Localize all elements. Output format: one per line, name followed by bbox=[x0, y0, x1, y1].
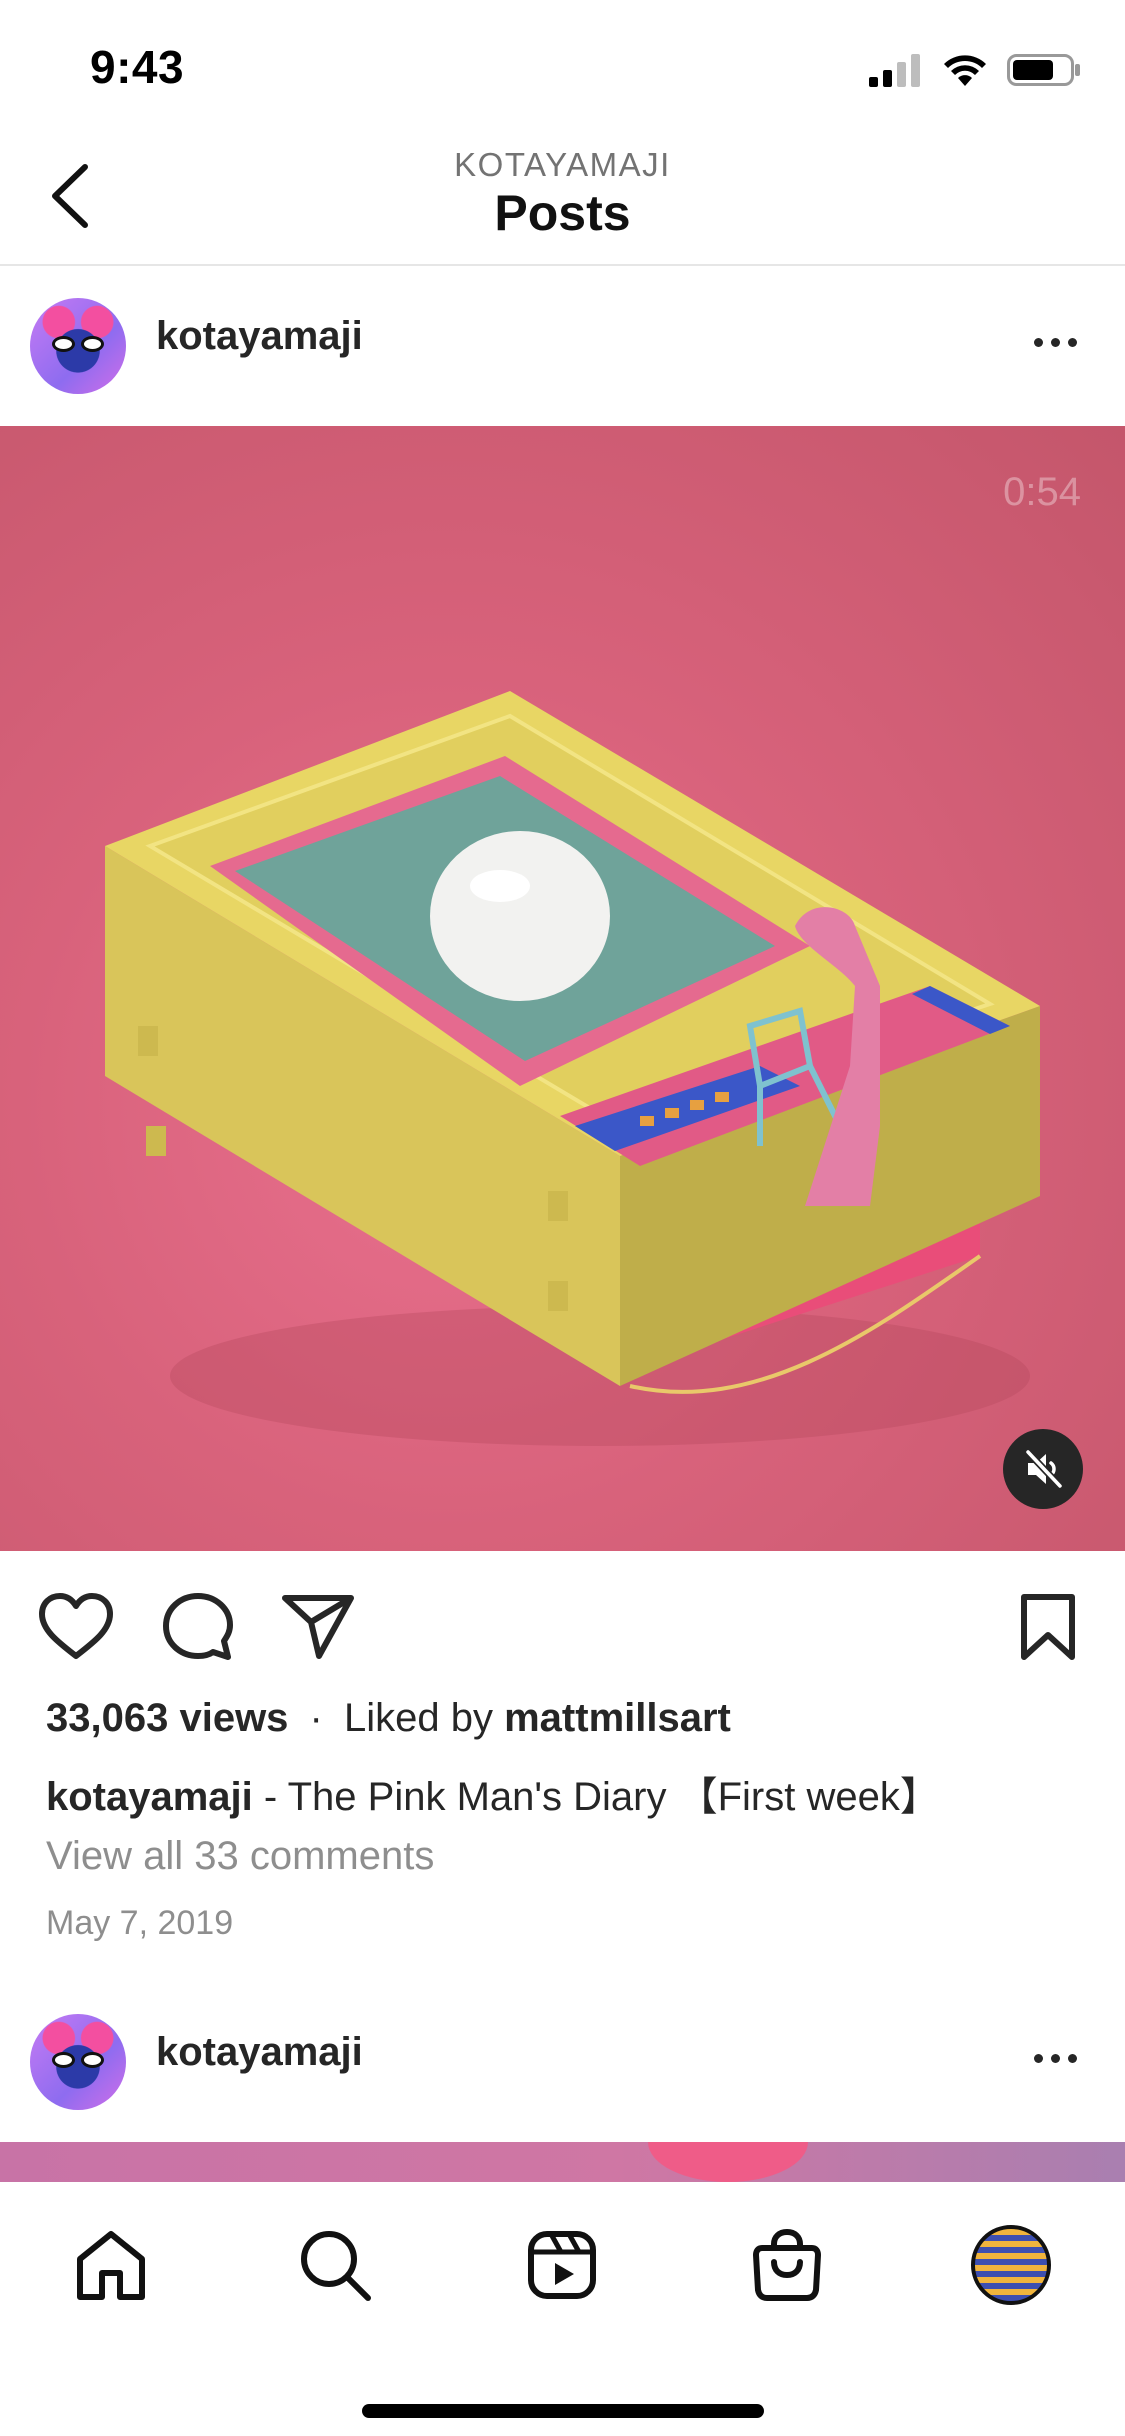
page-title: Posts bbox=[494, 185, 631, 241]
caption-text: - The Pink Man's Diary 【First week】 bbox=[252, 1775, 940, 1819]
liked-by-prefix: Liked by bbox=[344, 1696, 493, 1740]
search-icon bbox=[301, 2231, 371, 2301]
tab-profile[interactable] bbox=[966, 2220, 1056, 2310]
page-header: KOTAYAMAJI Posts bbox=[0, 132, 1125, 266]
status-time: 9:43 bbox=[90, 41, 185, 93]
next-post-username[interactable]: kotayamaji bbox=[156, 2030, 363, 2075]
views-and-likes: 33,063 views · Liked by mattmillsart bbox=[46, 1696, 1086, 1741]
tab-reels[interactable] bbox=[517, 2220, 607, 2310]
next-post-media[interactable] bbox=[0, 2142, 1125, 2182]
cellular-signal-icon bbox=[869, 54, 920, 87]
more-options-button[interactable] bbox=[1025, 322, 1085, 362]
bottom-tab-bar bbox=[0, 2186, 1125, 2436]
video-duration: 0:54 bbox=[1003, 470, 1081, 514]
paper-plane-icon bbox=[282, 1595, 354, 1659]
caption-username[interactable]: kotayamaji bbox=[46, 1775, 253, 1819]
separator-dot: · bbox=[309, 1696, 323, 1740]
reels-icon bbox=[528, 2231, 596, 2299]
liked-by-user[interactable]: mattmillsart bbox=[504, 1696, 731, 1740]
post-username[interactable]: kotayamaji bbox=[156, 314, 363, 359]
like-button[interactable] bbox=[36, 1587, 116, 1667]
video-frame-illustration bbox=[105, 691, 1040, 1446]
post-header: kotayamaji bbox=[0, 266, 1125, 426]
caption: kotayamaji - The Pink Man's Diary 【First… bbox=[46, 1764, 1086, 1822]
more-horizontal-icon bbox=[1033, 2053, 1043, 2063]
home-icon bbox=[77, 2231, 145, 2300]
save-button[interactable] bbox=[1008, 1587, 1088, 1667]
speaker-muted-icon bbox=[1025, 1449, 1063, 1489]
battery-icon bbox=[1007, 54, 1080, 86]
instagram-posts-screen: 9:43 KOTAYAMAJI Posts kotayamaji 0:54 33… bbox=[0, 0, 1125, 2436]
tab-search[interactable] bbox=[290, 2220, 380, 2310]
heart-icon bbox=[39, 1593, 113, 1659]
avatar[interactable] bbox=[30, 2014, 126, 2110]
tab-shop[interactable] bbox=[742, 2220, 832, 2310]
bookmark-icon bbox=[1021, 1594, 1075, 1660]
view-comments-link[interactable]: View all 33 comments bbox=[46, 1834, 1086, 1879]
mute-toggle-button[interactable] bbox=[1003, 1429, 1083, 1509]
home-indicator bbox=[362, 2404, 764, 2418]
comment-button[interactable] bbox=[158, 1587, 238, 1667]
more-options-button[interactable] bbox=[1025, 2038, 1085, 2078]
wifi-icon bbox=[944, 55, 986, 86]
shop-bag-icon bbox=[753, 2228, 821, 2301]
comment-bubble-icon bbox=[163, 1593, 233, 1660]
status-icons bbox=[869, 48, 1081, 92]
post-date: May 7, 2019 bbox=[46, 1904, 234, 1942]
more-horizontal-icon bbox=[1033, 337, 1043, 347]
post-actions bbox=[0, 1551, 1125, 1701]
profile-avatar bbox=[971, 2225, 1051, 2305]
avatar[interactable] bbox=[30, 298, 126, 394]
next-post-header: kotayamaji bbox=[0, 1982, 1125, 2142]
view-count[interactable]: 33,063 views bbox=[46, 1696, 288, 1740]
share-button[interactable] bbox=[278, 1587, 358, 1667]
header-account-name: KOTAYAMAJI bbox=[454, 146, 671, 183]
post-video[interactable]: 0:54 bbox=[0, 426, 1125, 1551]
status-bar: 9:43 bbox=[0, 0, 1125, 132]
tab-home[interactable] bbox=[66, 2220, 156, 2310]
